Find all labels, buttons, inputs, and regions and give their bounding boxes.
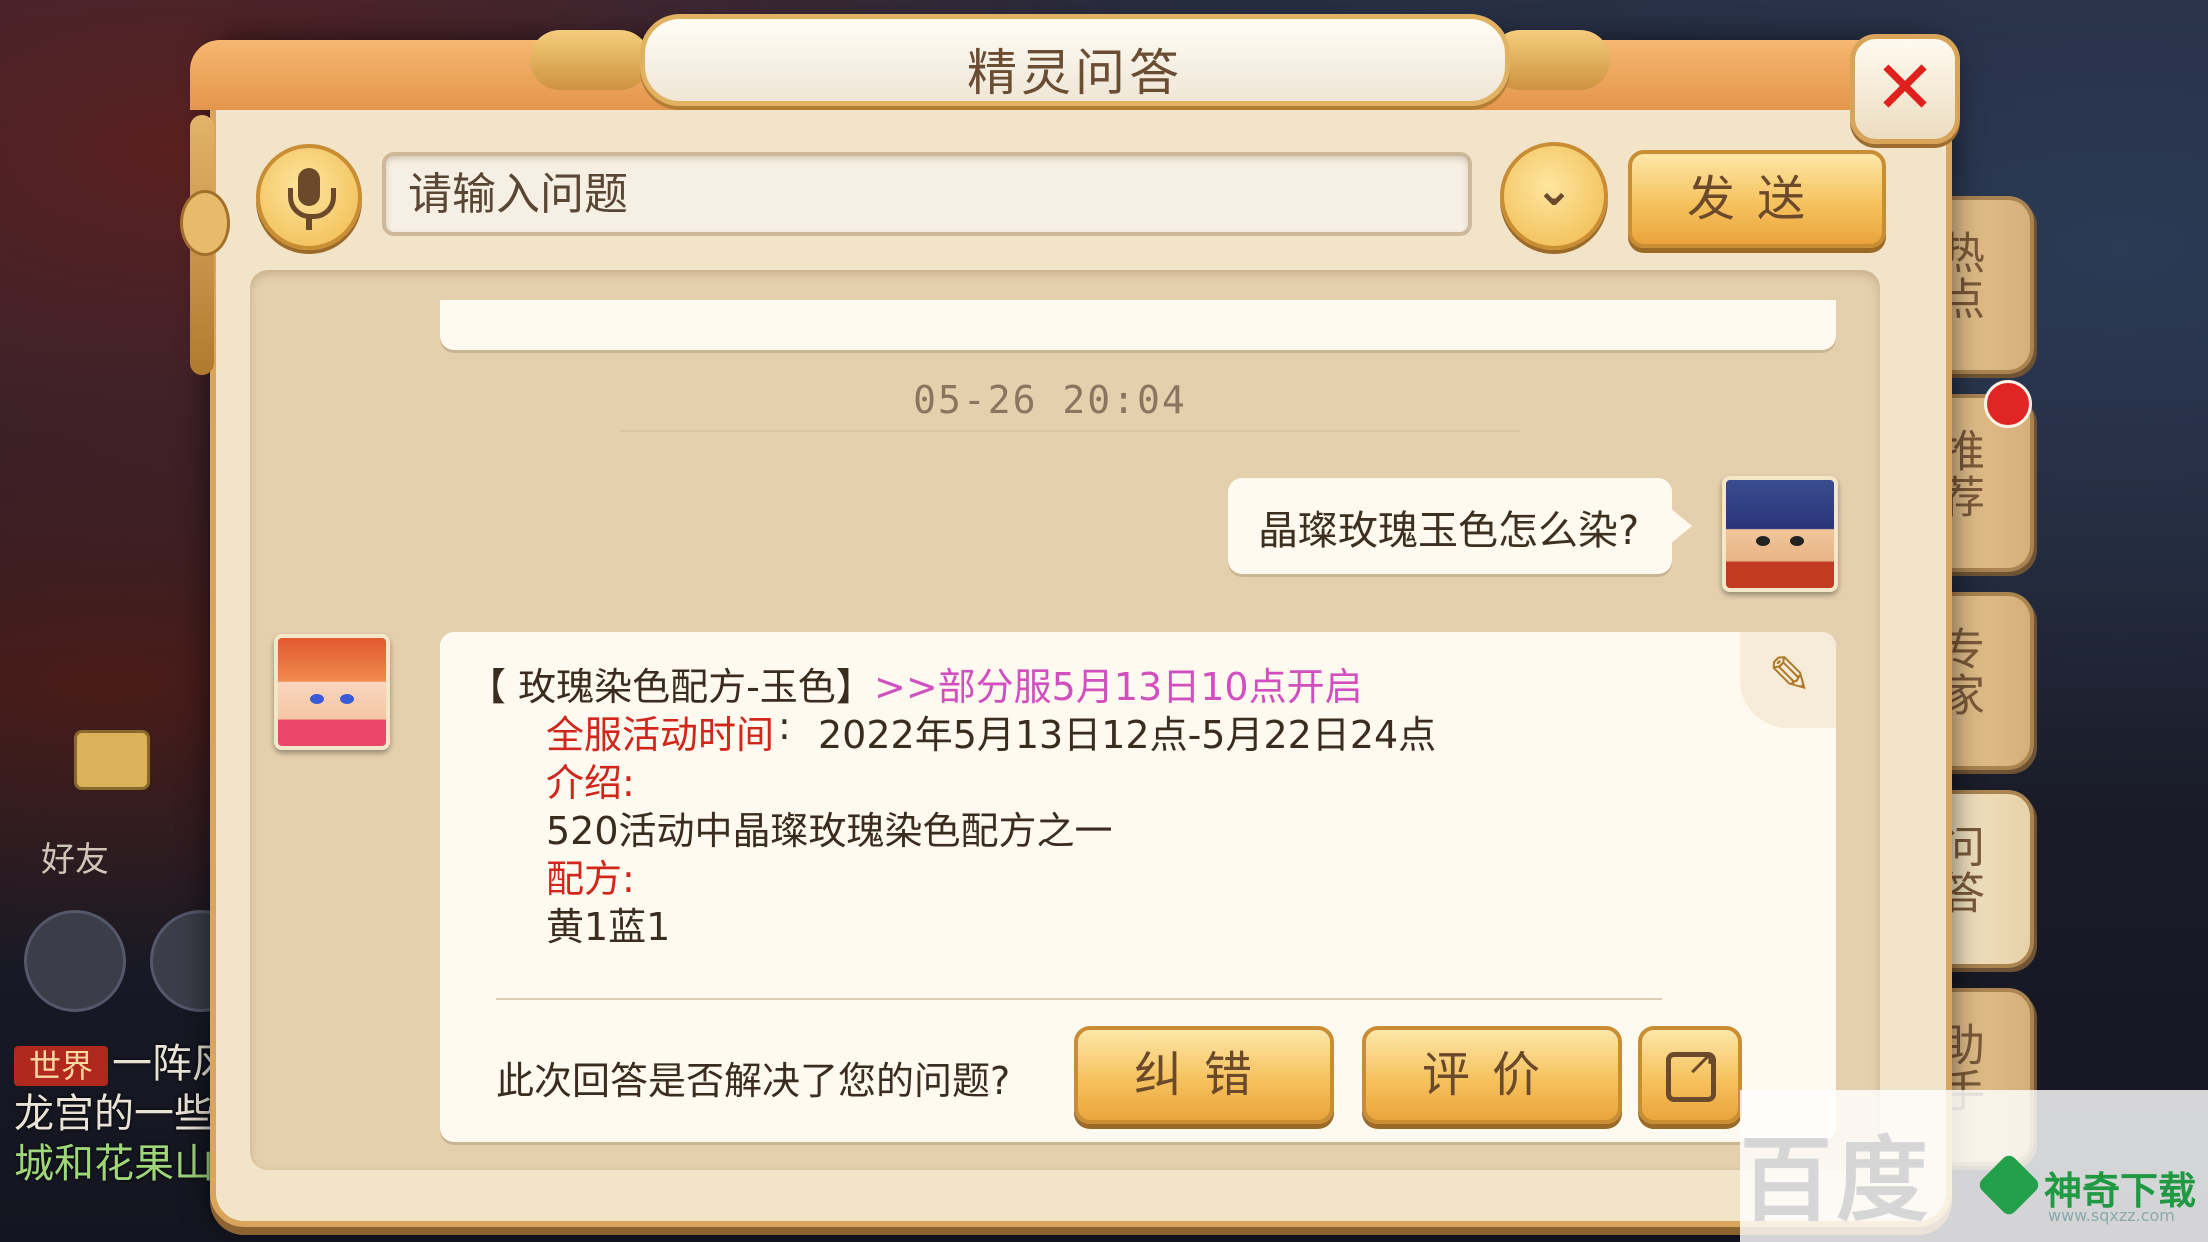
feedback-question: 此次回答是否解决了您的问题?	[496, 1059, 1011, 1103]
title-banner: 精灵问答	[640, 14, 1510, 106]
share-button[interactable]: ↗	[1638, 1026, 1742, 1124]
close-button[interactable]: ✕	[1850, 34, 1960, 144]
divider	[620, 430, 1520, 432]
friends-label[interactable]: 好友	[30, 832, 120, 881]
book-icon: ✎	[1740, 632, 1836, 728]
scroll-ornament-left	[530, 30, 650, 90]
chat-bubble-icon[interactable]	[24, 910, 126, 1012]
avatar-eye	[340, 694, 354, 704]
intro-text: 520活动中晶璨玫瑰染色配方之一	[546, 809, 1113, 853]
server-note-link[interactable]: >>部分服5月13日10点开启	[874, 656, 1363, 711]
chevron-down-icon: ⌄	[1534, 162, 1574, 216]
bubble-tail	[1670, 508, 1692, 544]
user-avatar	[1722, 476, 1838, 592]
user-question-text: 晶璨玫瑰玉色怎么染?	[1258, 508, 1640, 554]
correct-error-button[interactable]: 纠错	[1074, 1026, 1334, 1124]
watermark-baidu: 百度	[1740, 1127, 1933, 1234]
dialog-title: 精灵问答	[967, 44, 1183, 102]
share-arrow-icon: ↗	[1686, 1042, 1717, 1083]
assistant-avatar	[274, 634, 390, 750]
avatar-eye	[1790, 536, 1804, 546]
chat-channel-tag: 世界	[14, 1046, 108, 1086]
send-button[interactable]: 发送	[1628, 150, 1886, 248]
activity-time-colon: :	[778, 704, 791, 748]
close-icon: ✕	[1873, 45, 1936, 131]
question-input[interactable]	[382, 152, 1472, 236]
microphone-button[interactable]	[256, 144, 362, 250]
chat-line: 龙宫的一些	[14, 1091, 214, 1137]
intro-label: 介绍:	[546, 761, 635, 805]
activity-time-value: 2022年5月13日12点-5月22日24点	[818, 713, 1437, 757]
recipe-label: 配方:	[546, 857, 635, 901]
user-message-bubble: 晶璨玫瑰玉色怎么染?	[1228, 478, 1692, 574]
mail-icon[interactable]	[74, 730, 150, 790]
history-dropdown-button[interactable]: ⌄	[1500, 142, 1608, 250]
avatar-eye	[310, 694, 324, 704]
avatar-eye	[1756, 536, 1770, 546]
microphone-icon-arc	[288, 188, 336, 219]
answer-title: 【 玫瑰染色配方-玉色】	[468, 665, 874, 709]
message-timestamp: 05-26 20:04	[913, 378, 1187, 422]
chat-line: 城和花果山	[14, 1141, 214, 1187]
watermark-url: www.sqxzz.com	[2048, 1206, 2175, 1225]
tassel-knot	[180, 190, 230, 256]
microphone-icon-stem	[306, 218, 312, 230]
previous-answer-bubble	[440, 300, 1836, 350]
rate-button[interactable]: 评价	[1362, 1026, 1622, 1124]
answer-divider	[496, 998, 1662, 1000]
activity-time-label: 全服活动时间	[546, 713, 775, 757]
recipe-text: 黄1蓝1	[546, 905, 671, 949]
